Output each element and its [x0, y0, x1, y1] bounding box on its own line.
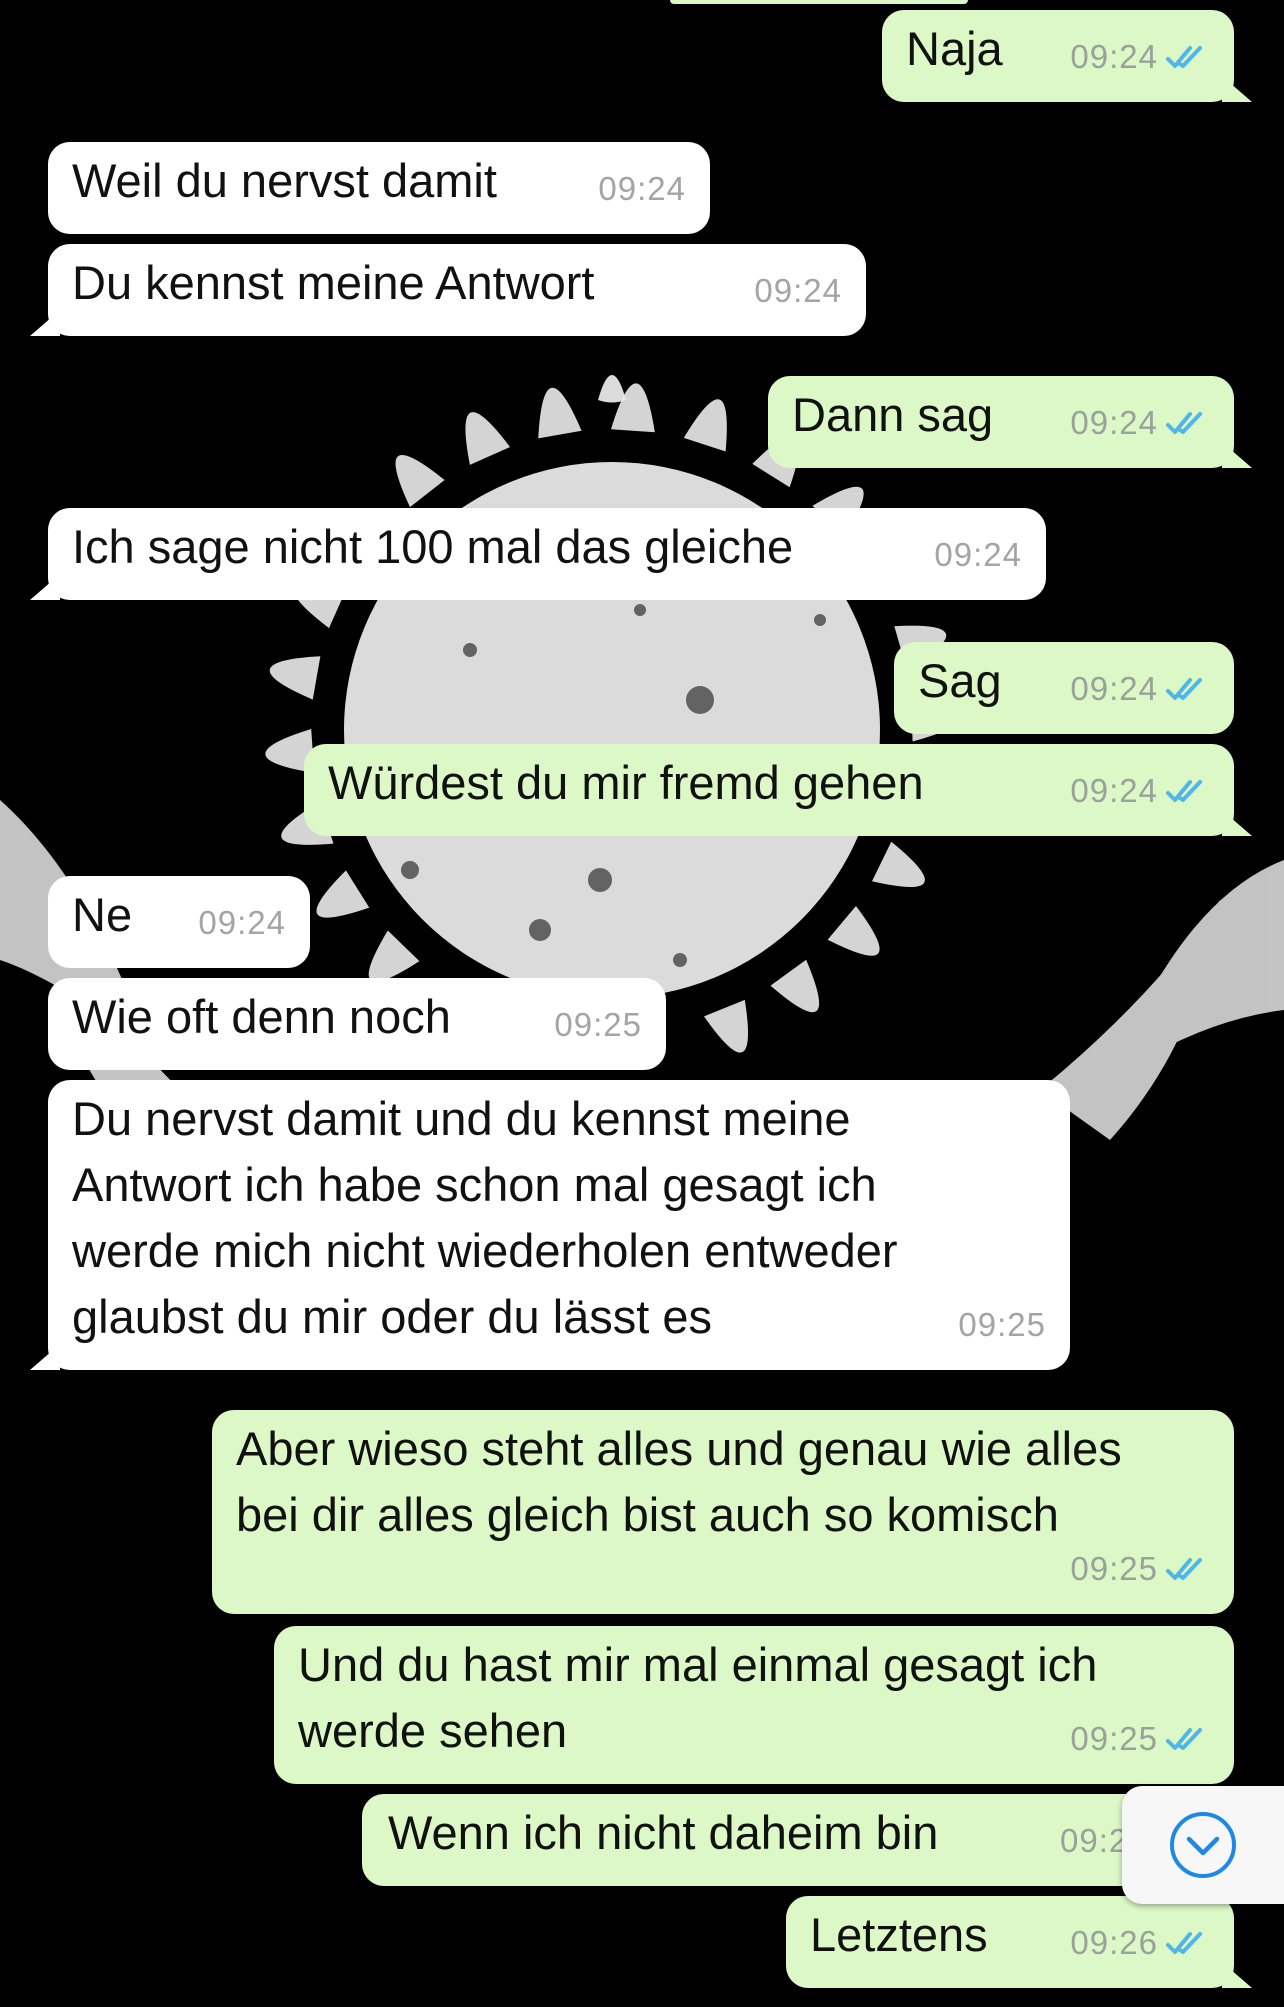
message-time: 09:24: [198, 904, 286, 941]
message-meta: 09:25: [958, 1292, 1046, 1358]
message-incoming[interactable]: Du kennst meine Antwort 09:24: [30, 244, 866, 336]
double-check-icon: [1166, 1728, 1202, 1750]
chevron-down-circle-icon: [1170, 1812, 1236, 1878]
message-text: Aber wieso steht alles und genau wie all…: [236, 1422, 1122, 1541]
double-check-icon: [1166, 1558, 1202, 1580]
message-time: 09:24: [934, 536, 1022, 573]
message-meta: 09:24: [1070, 24, 1210, 90]
double-check-icon: [1166, 46, 1202, 68]
message-text: Du nervst damit und du kennst meine Antw…: [72, 1092, 898, 1343]
message-outgoing[interactable]: Und du hast mir mal einmal gesagt ich we…: [274, 1626, 1234, 1784]
message-time: 09:25: [554, 1006, 642, 1043]
double-check-icon: [1166, 678, 1202, 700]
message-incoming[interactable]: Du nervst damit und du kennst meine Antw…: [30, 1080, 1070, 1370]
message-meta: 09:26: [1070, 1910, 1210, 1976]
message-incoming[interactable]: Ich sage nicht 100 mal das gleiche 09:24: [30, 508, 1046, 600]
message-time: 09:24: [1070, 670, 1158, 707]
message-meta: 09:2: [1060, 1808, 1128, 1874]
message-meta: 09:24: [754, 258, 842, 324]
message-meta: 09:24: [1070, 656, 1210, 722]
message-outgoing[interactable]: Sag 09:24: [894, 642, 1234, 734]
message-time: 09:24: [754, 272, 842, 309]
message-time: 09:26: [1070, 1924, 1158, 1961]
double-check-icon: [1166, 1932, 1202, 1954]
message-outgoing[interactable]: Aber wieso steht alles und genau wie all…: [212, 1410, 1234, 1614]
double-check-icon: [1166, 780, 1202, 802]
message-time: 09:24: [1070, 404, 1158, 441]
message-meta: 09:24: [934, 522, 1022, 588]
message-incoming[interactable]: Ne 09:24: [48, 876, 310, 968]
message-time: 09:24: [1070, 38, 1158, 75]
message-incoming[interactable]: Weil du nervst damit 09:24: [48, 142, 710, 234]
message-meta: 09:25: [1070, 1536, 1210, 1602]
double-check-icon: [1166, 412, 1202, 434]
message-time: 09:25: [1070, 1550, 1158, 1587]
message-time: 09:24: [598, 170, 686, 207]
message-text: Ich sage nicht 100 mal das gleiche: [72, 520, 794, 573]
scroll-to-bottom-button[interactable]: [1122, 1786, 1284, 1904]
message-meta: 09:24: [1070, 390, 1210, 456]
message-text: Du kennst meine Antwort: [72, 256, 595, 309]
message-time: 09:24: [1070, 772, 1158, 809]
message-text: Weil du nervst damit: [72, 154, 497, 207]
message-meta: 09:24: [598, 156, 686, 222]
message-meta: 09:24: [198, 890, 286, 956]
message-time: 09:2: [1060, 1822, 1129, 1859]
message-outgoing[interactable]: Naja 09:24: [882, 10, 1252, 102]
message-outgoing[interactable]: Dann sag 09:24: [768, 376, 1252, 468]
message-meta: 09:24: [1070, 758, 1210, 824]
message-time: 09:25: [1070, 1720, 1158, 1757]
message-time: 09:25: [958, 1306, 1046, 1343]
chat-thread[interactable]: Naja 09:24 Weil du nervst damit 09:24 Du…: [0, 0, 1284, 2007]
message-outgoing[interactable]: Letztens 09:26: [786, 1896, 1252, 1988]
message-incoming[interactable]: Wie oft denn noch 09:25: [48, 978, 666, 1070]
message-outgoing[interactable]: Wenn ich nicht daheim bin 09:2: [362, 1794, 1234, 1886]
message-meta: 09:25: [1070, 1706, 1210, 1772]
message-outgoing[interactable]: Würdest du mir fremd gehen 09:24: [304, 744, 1252, 836]
message-meta: 09:25: [554, 992, 642, 1058]
